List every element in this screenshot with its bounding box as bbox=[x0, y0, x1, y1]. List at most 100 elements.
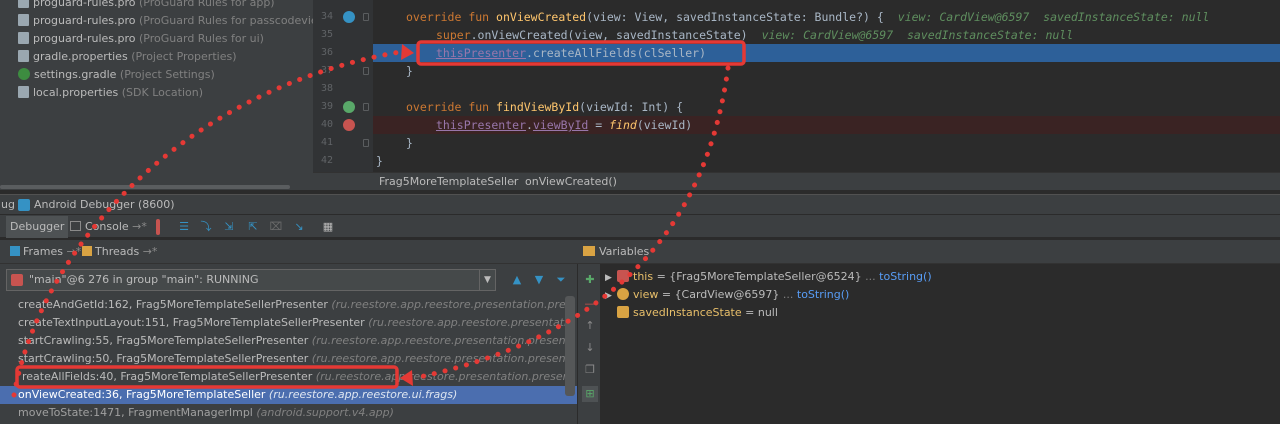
line-number: 36 bbox=[320, 47, 333, 58]
properties-file-icon bbox=[18, 50, 29, 62]
expand-arrow-icon[interactable]: ▶ bbox=[605, 287, 617, 305]
line-number: 35 bbox=[320, 29, 333, 40]
frame-row[interactable]: startCrawling:50, Frag5MoreTemplateSelle… bbox=[0, 350, 565, 368]
breadcrumb-separator: › bbox=[511, 175, 516, 188]
line-number: 37 bbox=[320, 65, 333, 76]
code-line-40-breakpoint[interactable]: thisPresenter.viewById = find(viewId) bbox=[373, 116, 1280, 134]
expand-arrow-icon[interactable]: ▶ bbox=[605, 269, 617, 287]
frame-row[interactable]: reateAllFields:40, Frag5MoreTemplateSell… bbox=[0, 368, 565, 386]
add-watch-icon[interactable]: ✚ bbox=[582, 272, 598, 288]
frame-row[interactable]: moveToState:1471, FragmentManagerImpl (a… bbox=[0, 404, 565, 422]
code-line-42[interactable]: } bbox=[373, 152, 1280, 170]
debug-tool-window-title: ug Android Debugger (8600) bbox=[0, 194, 1280, 214]
fold-icon[interactable] bbox=[363, 67, 369, 75]
inline-debug-value: view: CardView@6597 savedInstanceState: … bbox=[897, 10, 1210, 24]
android-debugger-icon bbox=[18, 199, 30, 211]
remove-watch-icon[interactable]: — bbox=[582, 296, 598, 312]
parameter-icon bbox=[617, 288, 629, 300]
separator-icon bbox=[156, 219, 160, 235]
debug-session-title[interactable]: Android Debugger (8600) bbox=[34, 195, 175, 215]
debug-title-prefix: ug bbox=[1, 198, 15, 211]
frame-row[interactable]: startCrawling:55, Frag5MoreTemplateSelle… bbox=[0, 332, 565, 350]
frame-row[interactable]: createAndGetId:162, Frag5MoreTemplateSel… bbox=[0, 296, 565, 314]
local-variable-icon bbox=[617, 306, 629, 318]
editor-gutter[interactable]: 34 35 36 37 38 39 40 41 42 bbox=[313, 0, 373, 172]
line-number: 41 bbox=[320, 137, 333, 148]
variables-side-toolbar: ✚ — ↑ ↓ ❐ ⊞ bbox=[577, 240, 601, 424]
tree-item[interactable]: gradle.properties (Project Properties) bbox=[18, 48, 237, 66]
console-icon bbox=[70, 221, 81, 231]
evaluate-expression-icon[interactable]: ▦ bbox=[320, 219, 336, 235]
code-editor[interactable]: 34 35 36 37 38 39 40 41 42 override fun … bbox=[313, 0, 1280, 172]
line-number: 38 bbox=[320, 83, 333, 94]
show-execution-point-icon[interactable]: ☰ bbox=[176, 219, 192, 235]
properties-file-icon bbox=[18, 86, 29, 98]
variables-header: Variables bbox=[577, 240, 1280, 264]
breakpoint-icon[interactable] bbox=[343, 119, 355, 131]
variable-row-this[interactable]: ▶ this = {Frag5MoreTemplateSeller@6524} .… bbox=[605, 268, 932, 286]
frame-row[interactable]: createTextInputLayout:151, Frag5MoreTemp… bbox=[0, 314, 565, 332]
move-down-icon[interactable]: ↓ bbox=[582, 340, 598, 356]
line-number: 39 bbox=[320, 101, 333, 112]
tab-debugger[interactable]: Debugger bbox=[6, 216, 69, 238]
code-line-41[interactable]: } bbox=[373, 134, 1280, 152]
override-marker-icon[interactable] bbox=[343, 101, 355, 113]
variable-row-view[interactable]: ▶ view = {CardView@6597} ... toString() bbox=[605, 286, 849, 304]
file-icon bbox=[18, 32, 29, 44]
file-icon bbox=[18, 0, 29, 8]
fold-icon[interactable] bbox=[363, 13, 369, 21]
line-number: 40 bbox=[320, 119, 333, 130]
fold-icon[interactable] bbox=[363, 139, 369, 147]
tree-item[interactable]: proguard-rules.pro (ProGuard Rules for u… bbox=[18, 30, 264, 48]
step-into-icon[interactable]: ⇲ bbox=[221, 219, 237, 235]
tab-threads[interactable]: Threads →* bbox=[78, 243, 157, 261]
override-marker-icon[interactable] bbox=[343, 11, 355, 23]
breadcrumb: Frag5MoreTemplateSeller › onViewCreated(… bbox=[313, 172, 1280, 190]
tab-frames[interactable]: Frames →* bbox=[6, 243, 81, 261]
tree-horizontal-scrollbar[interactable] bbox=[0, 185, 290, 189]
copy-icon[interactable]: ❐ bbox=[582, 362, 598, 378]
variable-row-savedinstancestate[interactable]: savedInstanceState = null bbox=[605, 304, 778, 322]
inline-debug-value: view: CardView@6597 savedInstanceState: … bbox=[761, 28, 1074, 42]
frames-threads-tabs: Frames →* Threads →* bbox=[0, 240, 577, 264]
code-line-37[interactable]: } bbox=[373, 62, 1280, 80]
fold-icon[interactable] bbox=[363, 103, 369, 111]
debug-toolbar: Debugger Console →* ☰ ⤵ ⇲ ⇱ ⌧ ↘ ▦ bbox=[0, 214, 1280, 238]
arrow-down-icon[interactable]: ▼ bbox=[532, 273, 546, 287]
line-number: 34 bbox=[320, 11, 333, 22]
tree-item[interactable]: proguard-rules.pro (ProGuard Rules for p… bbox=[18, 12, 313, 30]
move-up-icon[interactable]: ↑ bbox=[582, 318, 598, 334]
breadcrumb-class[interactable]: Frag5MoreTemplateSeller bbox=[379, 173, 518, 191]
thread-selector[interactable]: "main"@6 276 in group "main": RUNNING ▼ bbox=[6, 269, 496, 291]
object-field-icon bbox=[617, 270, 629, 282]
step-out-icon[interactable]: ⇱ bbox=[245, 219, 261, 235]
arrow-up-icon[interactable]: ▲ bbox=[510, 273, 524, 287]
watches-toggle-icon[interactable]: ⊞ bbox=[582, 386, 598, 402]
run-to-cursor-icon[interactable]: ↘ bbox=[291, 219, 307, 235]
frame-row-selected[interactable]: onViewCreated:36, Frag5MoreTemplateSelle… bbox=[0, 386, 577, 404]
tree-item[interactable]: local.properties (SDK Location) bbox=[18, 84, 203, 102]
frames-icon bbox=[10, 246, 20, 256]
code-line-36-execution-point[interactable]: thisPresenter.createAllFields(clSeller) bbox=[373, 44, 1280, 62]
file-icon bbox=[18, 14, 29, 26]
drop-frame-icon[interactable]: ⌧ bbox=[268, 219, 284, 235]
code-line-34[interactable]: override fun onViewCreated(view: View, s… bbox=[373, 8, 1280, 26]
chevron-down-icon[interactable]: ▼ bbox=[479, 270, 495, 290]
thread-suspended-icon bbox=[11, 274, 23, 286]
tree-item[interactable]: settings.gradle (Project Settings) bbox=[18, 66, 215, 84]
line-number: 42 bbox=[320, 155, 333, 166]
frames-pane: Frames →* Threads →* "main"@6 276 in gro… bbox=[0, 240, 577, 424]
gradle-icon bbox=[18, 68, 30, 80]
breadcrumb-method[interactable]: onViewCreated() bbox=[525, 173, 617, 191]
code-line-39[interactable]: override fun findViewById(viewId: Int) { bbox=[373, 98, 1280, 116]
tree-item[interactable]: proguard-rules.pro (ProGuard Rules for a… bbox=[18, 0, 275, 12]
variables-icon bbox=[583, 246, 595, 256]
threads-icon bbox=[82, 246, 92, 256]
filter-icon[interactable]: ⏷ bbox=[554, 273, 568, 287]
tab-console[interactable]: Console →* bbox=[66, 216, 151, 238]
project-tree: proguard-rules.pro (ProGuard Rules for a… bbox=[0, 0, 313, 190]
step-over-icon[interactable]: ⤵ bbox=[198, 219, 214, 235]
code-line-35[interactable]: super.onViewCreated(view, savedInstanceS… bbox=[373, 26, 1280, 44]
frames-vertical-scrollbar[interactable] bbox=[565, 296, 575, 396]
variables-pane: Variables ▶ this = {Frag5MoreTemplateSell… bbox=[577, 240, 1280, 424]
